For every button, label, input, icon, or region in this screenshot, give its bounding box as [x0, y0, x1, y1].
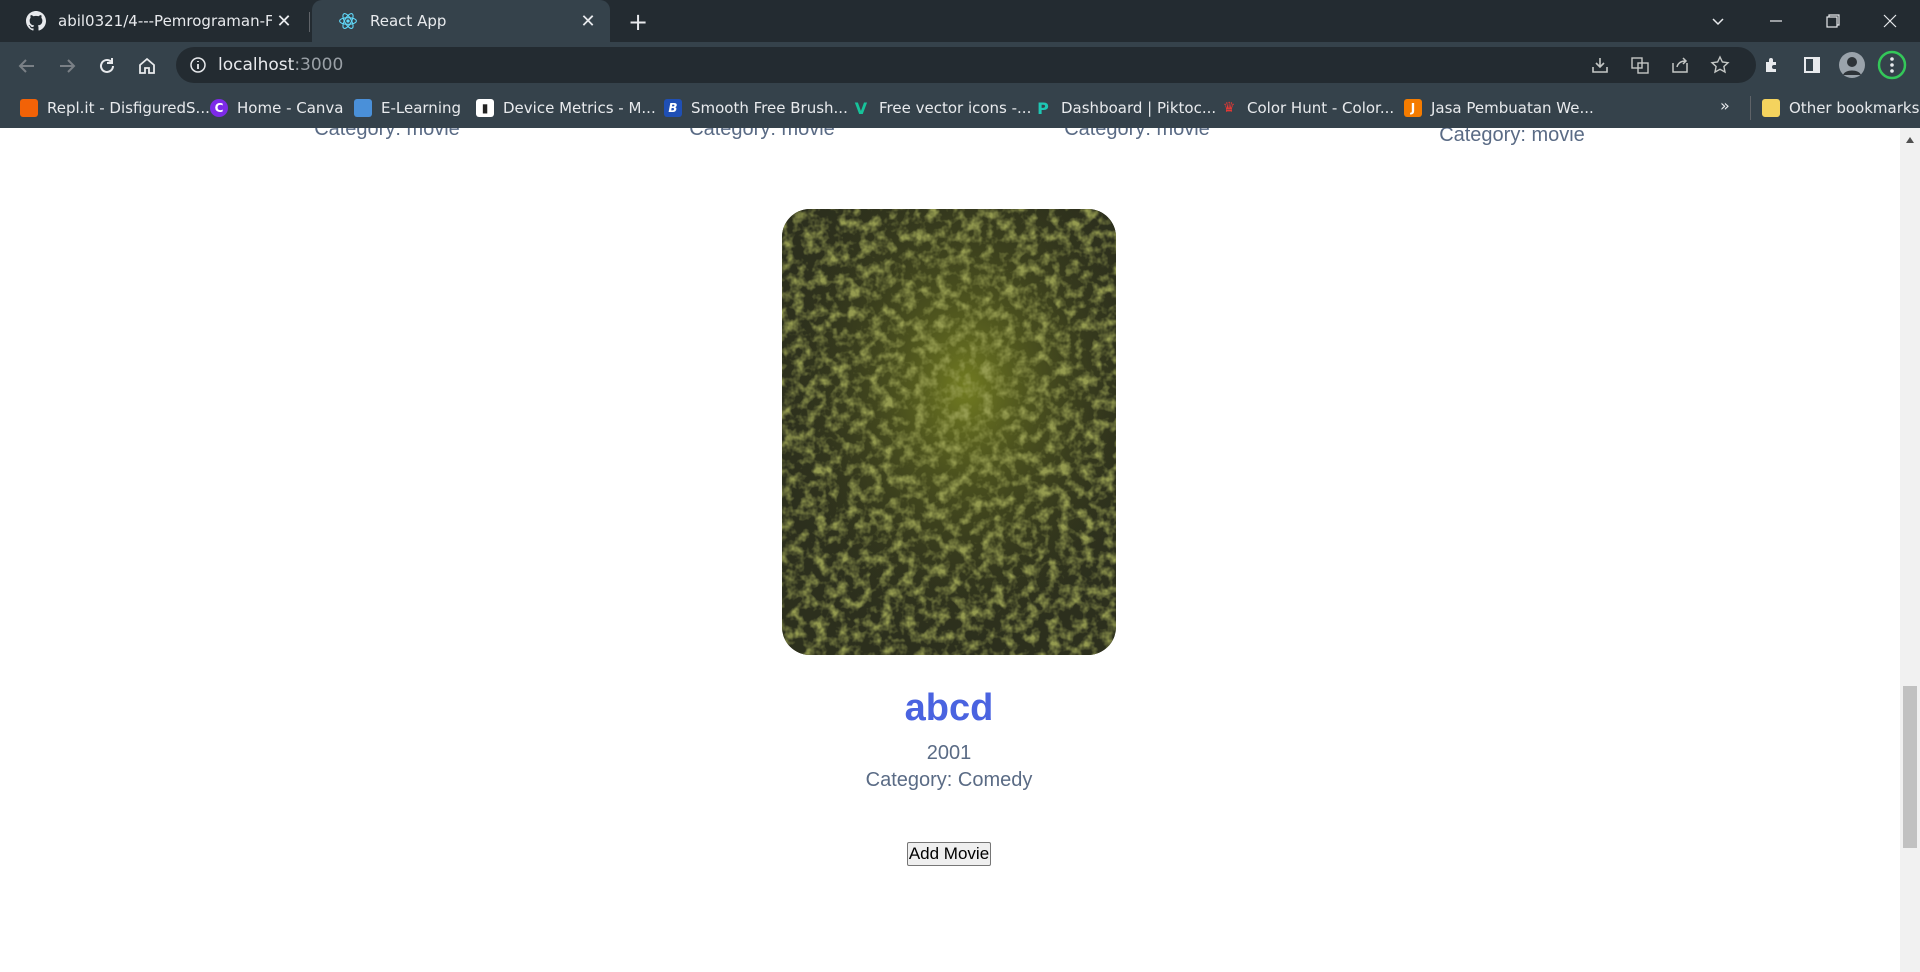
tab-search-chevron-icon[interactable]: [1690, 0, 1746, 42]
share-icon[interactable]: [1668, 53, 1692, 77]
side-panel-icon[interactable]: [1796, 49, 1828, 81]
bookmark-label: Jasa Pembuatan We...: [1431, 99, 1594, 117]
bookmark-label: E-Learning: [381, 99, 462, 117]
tab-github[interactable]: abil0321/4---Pemrograman-Front ✕: [0, 0, 306, 42]
bookmark-elearning[interactable]: E-Learning: [354, 96, 461, 120]
bookmark-star-icon[interactable]: [1708, 53, 1732, 77]
scroll-up-arrow-icon[interactable]: [1900, 132, 1920, 148]
chrome-menu-icon[interactable]: [1876, 49, 1908, 81]
back-arrow-icon[interactable]: [10, 49, 44, 83]
close-icon[interactable]: ✕: [272, 9, 296, 33]
install-app-icon[interactable]: [1588, 53, 1612, 77]
add-movie-button[interactable]: Add Movie: [907, 842, 991, 866]
piktochart-icon: P: [1037, 98, 1049, 118]
url-port: :3000: [294, 55, 344, 75]
window-close-icon[interactable]: [1862, 0, 1918, 42]
bookmark-free-vector[interactable]: V Free vector icons -...: [852, 96, 1032, 120]
new-tab-plus-icon[interactable]: +: [624, 8, 652, 36]
bookmark-label: Smooth Free Brush...: [691, 99, 848, 117]
page-scrollbar[interactable]: [1900, 128, 1920, 972]
tab-strip: abil0321/4---Pemrograman-Front ✕ React A…: [0, 0, 1920, 42]
site-info-icon[interactable]: [188, 55, 208, 75]
translate-icon[interactable]: [1628, 53, 1652, 77]
profile-avatar-icon[interactable]: [1836, 49, 1868, 81]
bookmark-label: Repl.it - DisfiguredS...: [47, 99, 210, 117]
other-bookmarks[interactable]: Other bookmarks: [1762, 96, 1919, 120]
bookmark-replit[interactable]: Repl.it - DisfiguredS...: [20, 96, 210, 120]
browser-toolbar: localhost:3000: [0, 42, 1920, 88]
movie-poster: [782, 209, 1116, 655]
card-category: Category: movie: [314, 128, 460, 140]
bookmark-smooth-brush[interactable]: B Smooth Free Brush...: [664, 96, 848, 120]
restore-icon[interactable]: [1805, 0, 1861, 42]
bookmark-jasa-pembuatan[interactable]: J Jasa Pembuatan We...: [1404, 96, 1594, 120]
card-category: Category: movie: [1064, 128, 1210, 140]
bookmark-label: Device Metrics - M...: [503, 99, 656, 117]
bookmark-label: Dashboard | Piktoc...: [1061, 99, 1217, 117]
movie-card: abcd 2001 Category: Comedy: [782, 209, 1116, 792]
bookmarks-bar: Repl.it - DisfiguredS... C Home - Canva …: [0, 88, 1920, 128]
bookmark-label: Free vector icons -...: [879, 99, 1032, 117]
tab-divider: [309, 12, 310, 32]
folder-icon: [1762, 99, 1780, 117]
url-host: localhost: [218, 55, 295, 75]
page-viewport: Category: movie Category: movie Category…: [0, 128, 1900, 972]
vector-v-icon: V: [854, 98, 868, 118]
home-icon[interactable]: [130, 49, 164, 83]
url-text[interactable]: localhost:3000: [218, 55, 343, 75]
movie-year: 2001: [926, 742, 972, 764]
elearning-icon: [354, 99, 372, 117]
address-bar[interactable]: localhost:3000: [176, 47, 1756, 83]
jasa-j-icon: J: [1404, 99, 1422, 117]
tab-title: React App: [370, 12, 447, 30]
github-icon: [26, 11, 46, 31]
extensions-puzzle-icon[interactable]: [1756, 49, 1788, 81]
bookmark-color-hunt[interactable]: ♛ Color Hunt - Color...: [1220, 96, 1394, 120]
scrollbar-thumb[interactable]: [1903, 686, 1917, 848]
react-icon: [338, 11, 358, 31]
other-bookmarks-label: Other bookmarks: [1789, 99, 1920, 117]
close-icon[interactable]: ✕: [576, 9, 600, 33]
bookmark-label: Home - Canva: [237, 99, 344, 117]
reload-icon[interactable]: [90, 49, 124, 83]
bookmark-device-metrics[interactable]: ▮ Device Metrics - M...: [476, 96, 656, 120]
color-hunt-icon: ♛: [1222, 100, 1236, 116]
movie-category: Category: Comedy: [865, 769, 1033, 791]
bookmark-piktochart[interactable]: P Dashboard | Piktoc...: [1034, 96, 1216, 120]
movie-title: abcd: [904, 687, 994, 729]
device-metrics-icon: ▮: [476, 99, 494, 117]
forward-arrow-icon[interactable]: [50, 49, 84, 83]
brush-b-icon: B: [664, 99, 682, 117]
card-category: Category: movie: [689, 128, 835, 140]
replit-icon: [20, 99, 38, 117]
canva-icon: C: [210, 99, 228, 117]
browser-chrome: abil0321/4---Pemrograman-Front ✕ React A…: [0, 0, 1920, 128]
tab-react-app[interactable]: React App ✕: [312, 0, 610, 42]
minimize-icon[interactable]: [1748, 0, 1804, 42]
bookmark-label: Color Hunt - Color...: [1247, 99, 1395, 117]
card-category: Category: movie: [1439, 128, 1585, 146]
bookmarks-divider: [1750, 96, 1751, 120]
tab-title: abil0321/4---Pemrograman-Front: [58, 12, 272, 30]
more-bookmarks-chevron[interactable]: »: [1720, 96, 1730, 115]
bookmark-canva[interactable]: C Home - Canva: [210, 96, 344, 120]
